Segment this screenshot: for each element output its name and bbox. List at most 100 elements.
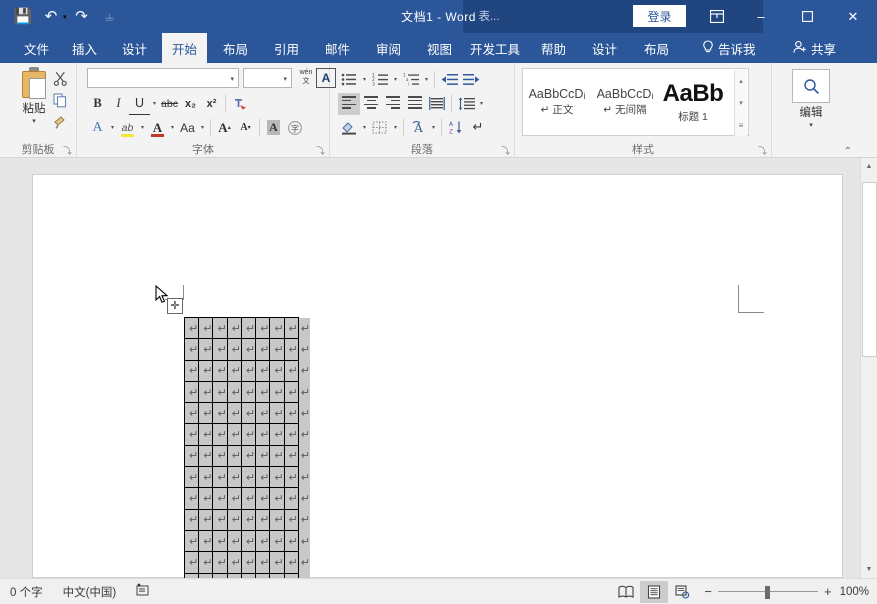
table-cell[interactable]: ↵ — [256, 360, 270, 381]
tab-file[interactable]: 文件 — [14, 33, 59, 63]
chinese-layout-dropdown-icon[interactable]: ▾ — [429, 124, 438, 131]
underline-dropdown-icon[interactable]: ▾ — [150, 100, 159, 107]
align-right-icon[interactable] — [382, 93, 404, 115]
borders-icon[interactable] — [369, 117, 391, 139]
table-cell[interactable]: ↵ — [241, 552, 255, 573]
table-cell[interactable]: ↵ — [256, 381, 270, 402]
numbered-list-icon[interactable]: 1 2 3 — [369, 68, 391, 90]
table-cell[interactable]: ↵ — [185, 530, 199, 551]
table-row[interactable]: ↵↵↵↵↵↵↵↵↵ — [185, 360, 311, 381]
zoom-slider[interactable] — [718, 585, 818, 599]
table-cell[interactable]: ↵ — [256, 552, 270, 573]
italic-button[interactable]: I — [108, 93, 129, 115]
table-cell[interactable]: ↵ — [227, 403, 241, 424]
table-cell[interactable]: ↵ — [270, 488, 284, 509]
table-row[interactable]: ↵↵↵↵↵↵↵↵↵ — [185, 318, 311, 339]
table-cell[interactable]: ↵ — [227, 530, 241, 551]
table-cell[interactable]: ↵ — [270, 403, 284, 424]
line-spacing-icon[interactable] — [455, 93, 477, 115]
table-cell[interactable]: ↵ — [213, 381, 227, 402]
strikethrough-button[interactable]: abc — [159, 93, 180, 115]
table-cell[interactable]: ↵ — [270, 339, 284, 360]
font-size-dropdown-icon[interactable]: ▾ — [283, 75, 287, 83]
font-name-input[interactable]: ▾ — [87, 68, 239, 88]
table-cell[interactable]: ↵ — [227, 552, 241, 573]
table-cell[interactable]: ↵ — [199, 403, 213, 424]
table-cell[interactable]: ↵ — [241, 509, 255, 530]
tab-references[interactable]: 引用 — [264, 33, 309, 63]
word-count-label[interactable]: 0 个字 — [0, 584, 53, 600]
share-button[interactable]: 共享 — [793, 33, 836, 63]
phonetic-guide-icon[interactable]: wén文 — [296, 68, 316, 88]
table-cell[interactable]: ↵ — [213, 360, 227, 381]
table-cell[interactable]: ↵ — [241, 318, 255, 339]
table-cell[interactable]: ↵ — [199, 318, 213, 339]
justify-icon[interactable] — [404, 93, 426, 115]
table-cell[interactable]: ↵ — [199, 360, 213, 381]
distribute-icon[interactable] — [426, 93, 448, 115]
multilevel-list-icon[interactable]: 1 a i — [400, 68, 422, 90]
ribbon-display-options-icon[interactable] — [702, 4, 732, 29]
font-size-input[interactable]: ▾ — [243, 68, 292, 88]
table-cell[interactable]: ↵ — [213, 467, 227, 488]
editing-dropdown-icon[interactable]: ▾ — [809, 121, 813, 129]
table-cell[interactable]: ↵ — [185, 552, 199, 573]
multilevel-list-dropdown-icon[interactable]: ▾ — [422, 76, 431, 83]
table-cell[interactable]: ↵ — [256, 488, 270, 509]
table-cell[interactable]: ↵ — [270, 467, 284, 488]
table-cell[interactable]: ↵ — [241, 339, 255, 360]
table-cell[interactable]: ↵ — [185, 445, 199, 466]
chevron-up-icon[interactable]: ⌃ — [844, 146, 852, 157]
table-cell[interactable]: ↵ — [199, 445, 213, 466]
table-cell[interactable]: ↵ — [270, 318, 284, 339]
table-cell[interactable]: ↵ — [213, 318, 227, 339]
table-row[interactable]: ↵↵↵↵↵↵↵↵↵ — [185, 509, 311, 530]
table-row[interactable]: ↵↵↵↵↵↵↵↵↵ — [185, 381, 311, 402]
styles-scroll-up-icon[interactable]: ▴ — [735, 70, 747, 92]
table-cell[interactable]: ↵ — [199, 530, 213, 551]
chinese-layout-icon[interactable]: A — [407, 117, 429, 139]
styles-scroll-down-icon[interactable]: ▾ — [735, 92, 747, 114]
table-cell[interactable]: ↵ — [227, 488, 241, 509]
align-center-icon[interactable] — [360, 93, 382, 115]
scroll-up-icon[interactable]: ▲ — [861, 158, 877, 175]
table-row[interactable]: ↵↵↵↵↵↵↵↵↵ — [185, 467, 311, 488]
table-cell[interactable]: ↵ — [270, 424, 284, 445]
table-cell[interactable]: ↵ — [185, 381, 199, 402]
table-cell[interactable]: ↵ — [256, 403, 270, 424]
scrollbar-thumb[interactable] — [862, 182, 877, 357]
table-cell[interactable]: ↵ — [213, 403, 227, 424]
tab-design[interactable]: 设计 — [112, 33, 157, 63]
table-cell[interactable]: ↵ — [256, 467, 270, 488]
text-effects-icon[interactable]: A — [87, 117, 108, 139]
table-cell[interactable]: ↵ — [199, 381, 213, 402]
editing-button[interactable]: 编辑 ▾ — [786, 69, 836, 129]
table-cell[interactable]: ↵ — [270, 360, 284, 381]
numbered-list-dropdown-icon[interactable]: ▾ — [391, 76, 400, 83]
table-row[interactable]: ↵↵↵↵↵↵↵↵↵ — [185, 424, 311, 445]
tab-insert[interactable]: 插入 — [62, 33, 107, 63]
table-cell[interactable]: ↵ — [256, 318, 270, 339]
table-cell[interactable]: ↵ — [241, 360, 255, 381]
format-painter-icon[interactable] — [47, 111, 73, 133]
table-cell[interactable]: ↵ — [284, 318, 298, 339]
table-cell[interactable]: ↵ — [199, 509, 213, 530]
table-cell[interactable]: ↵ — [185, 424, 199, 445]
text-effects-dropdown-icon[interactable]: ▾ — [108, 124, 117, 131]
clear-formatting-icon[interactable] — [229, 93, 250, 115]
change-case-dropdown-icon[interactable]: ▾ — [198, 124, 207, 131]
table-cell[interactable]: ↵ — [284, 488, 298, 509]
table-cell[interactable]: ↵ — [284, 403, 298, 424]
close-button[interactable]: ✕ — [830, 0, 876, 33]
superscript-button[interactable]: x² — [201, 93, 222, 115]
table-cell[interactable]: ↵ — [199, 488, 213, 509]
zoom-slider-thumb[interactable] — [765, 586, 770, 599]
table-cell[interactable]: ↵ — [284, 530, 298, 551]
grow-font-icon[interactable]: A▴ — [214, 117, 235, 139]
table-cell[interactable]: ↵ — [213, 530, 227, 551]
styles-dialog-launcher[interactable]: ⤵ — [758, 146, 768, 156]
tab-home[interactable]: 开始 — [162, 33, 207, 63]
table-cell[interactable]: ↵ — [185, 509, 199, 530]
zoom-out-button[interactable]: − — [704, 584, 712, 599]
shading-icon[interactable] — [338, 117, 360, 139]
